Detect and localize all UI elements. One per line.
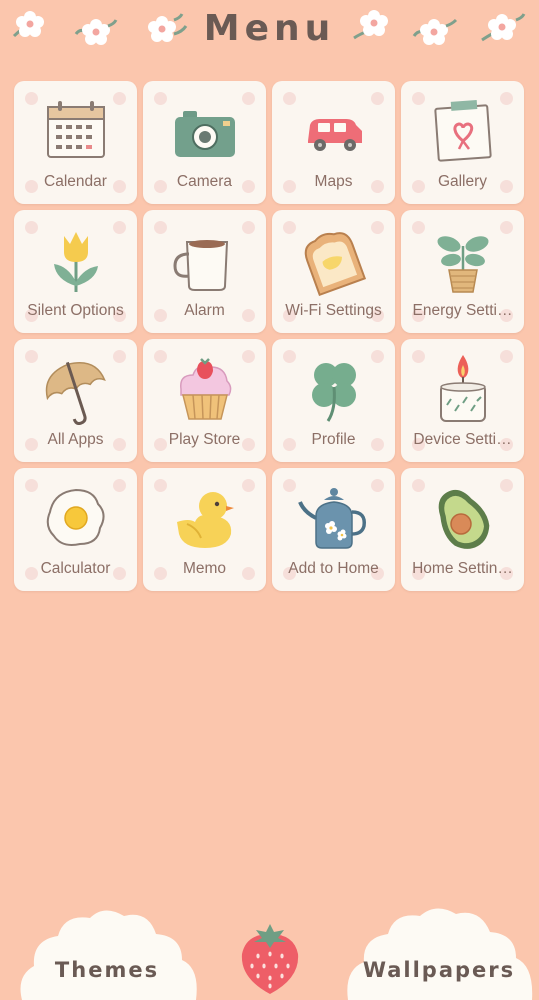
app-tile-play-store[interactable]: Play Store bbox=[143, 339, 266, 462]
app-label: Calendar bbox=[44, 173, 107, 190]
app-tile-gallery[interactable]: Gallery bbox=[401, 81, 524, 204]
app-tile-calendar[interactable]: Calendar bbox=[14, 81, 137, 204]
umbrella-icon bbox=[45, 361, 106, 425]
cloud-shape bbox=[20, 910, 197, 1000]
strawberry-icon[interactable] bbox=[236, 920, 304, 996]
app-label: Gallery bbox=[437, 173, 488, 190]
cloud-shape bbox=[347, 908, 533, 1000]
app-label: Energy Setti… bbox=[412, 302, 513, 319]
header: Menu bbox=[0, 0, 539, 70]
app-grid: Calendar Camera Maps Gallery Silent Opti… bbox=[14, 81, 524, 591]
app-tile-wifi-settings[interactable]: Wi-Fi Settings bbox=[272, 210, 395, 333]
potted-plant-icon bbox=[437, 236, 489, 293]
photo-heart-icon bbox=[434, 100, 492, 162]
app-tile-device-settings[interactable]: Device Setti… bbox=[401, 339, 524, 462]
app-tile-calculator[interactable]: Calculator bbox=[14, 468, 137, 591]
chick-icon bbox=[177, 492, 234, 548]
app-tile-profile[interactable]: Profile bbox=[272, 339, 395, 462]
clover-icon bbox=[312, 363, 356, 422]
app-tile-maps[interactable]: Maps bbox=[272, 81, 395, 204]
app-label: All Apps bbox=[47, 431, 104, 448]
themes-button[interactable]: Themes bbox=[12, 900, 202, 1000]
fried-egg-icon bbox=[46, 488, 105, 546]
app-tile-all-apps[interactable]: All Apps bbox=[14, 339, 137, 462]
app-label: Add to Home bbox=[288, 560, 379, 577]
avocado-icon bbox=[438, 489, 490, 549]
calendar-icon bbox=[47, 101, 105, 158]
camera-icon bbox=[175, 111, 235, 157]
car-icon bbox=[308, 119, 362, 151]
candle-icon bbox=[440, 355, 486, 422]
app-label: Calculator bbox=[40, 560, 111, 577]
app-label: Play Store bbox=[168, 431, 241, 448]
cupcake-icon bbox=[180, 358, 232, 420]
app-label: Memo bbox=[182, 560, 227, 577]
app-tile-home-settings[interactable]: Home Settin… bbox=[401, 468, 524, 591]
app-label: Home Settin… bbox=[412, 560, 513, 577]
wallpapers-button[interactable]: Wallpapers bbox=[344, 900, 534, 1000]
app-label: Maps bbox=[314, 173, 353, 190]
app-tile-add-to-home[interactable]: Add to Home bbox=[272, 468, 395, 591]
coffee-mug-icon bbox=[173, 240, 229, 291]
app-label: Profile bbox=[311, 431, 356, 448]
app-label: Alarm bbox=[184, 302, 225, 319]
app-label: Silent Options bbox=[27, 302, 124, 319]
app-tile-silent-options[interactable]: Silent Options bbox=[14, 210, 137, 333]
page-title: Menu bbox=[203, 8, 336, 49]
app-tile-alarm[interactable]: Alarm bbox=[143, 210, 266, 333]
app-tile-camera[interactable]: Camera bbox=[143, 81, 266, 204]
app-label: Wi-Fi Settings bbox=[285, 302, 382, 319]
app-tile-energy-settings[interactable]: Energy Setti… bbox=[401, 210, 524, 333]
themes-label: Themes bbox=[54, 958, 160, 982]
toast-icon bbox=[304, 232, 367, 296]
app-label: Device Setti… bbox=[413, 431, 512, 448]
app-label: Camera bbox=[176, 173, 233, 190]
wallpapers-label: Wallpapers bbox=[362, 958, 516, 982]
teapot-icon bbox=[298, 488, 366, 549]
app-tile-memo[interactable]: Memo bbox=[143, 468, 266, 591]
tulip-icon bbox=[54, 232, 98, 292]
